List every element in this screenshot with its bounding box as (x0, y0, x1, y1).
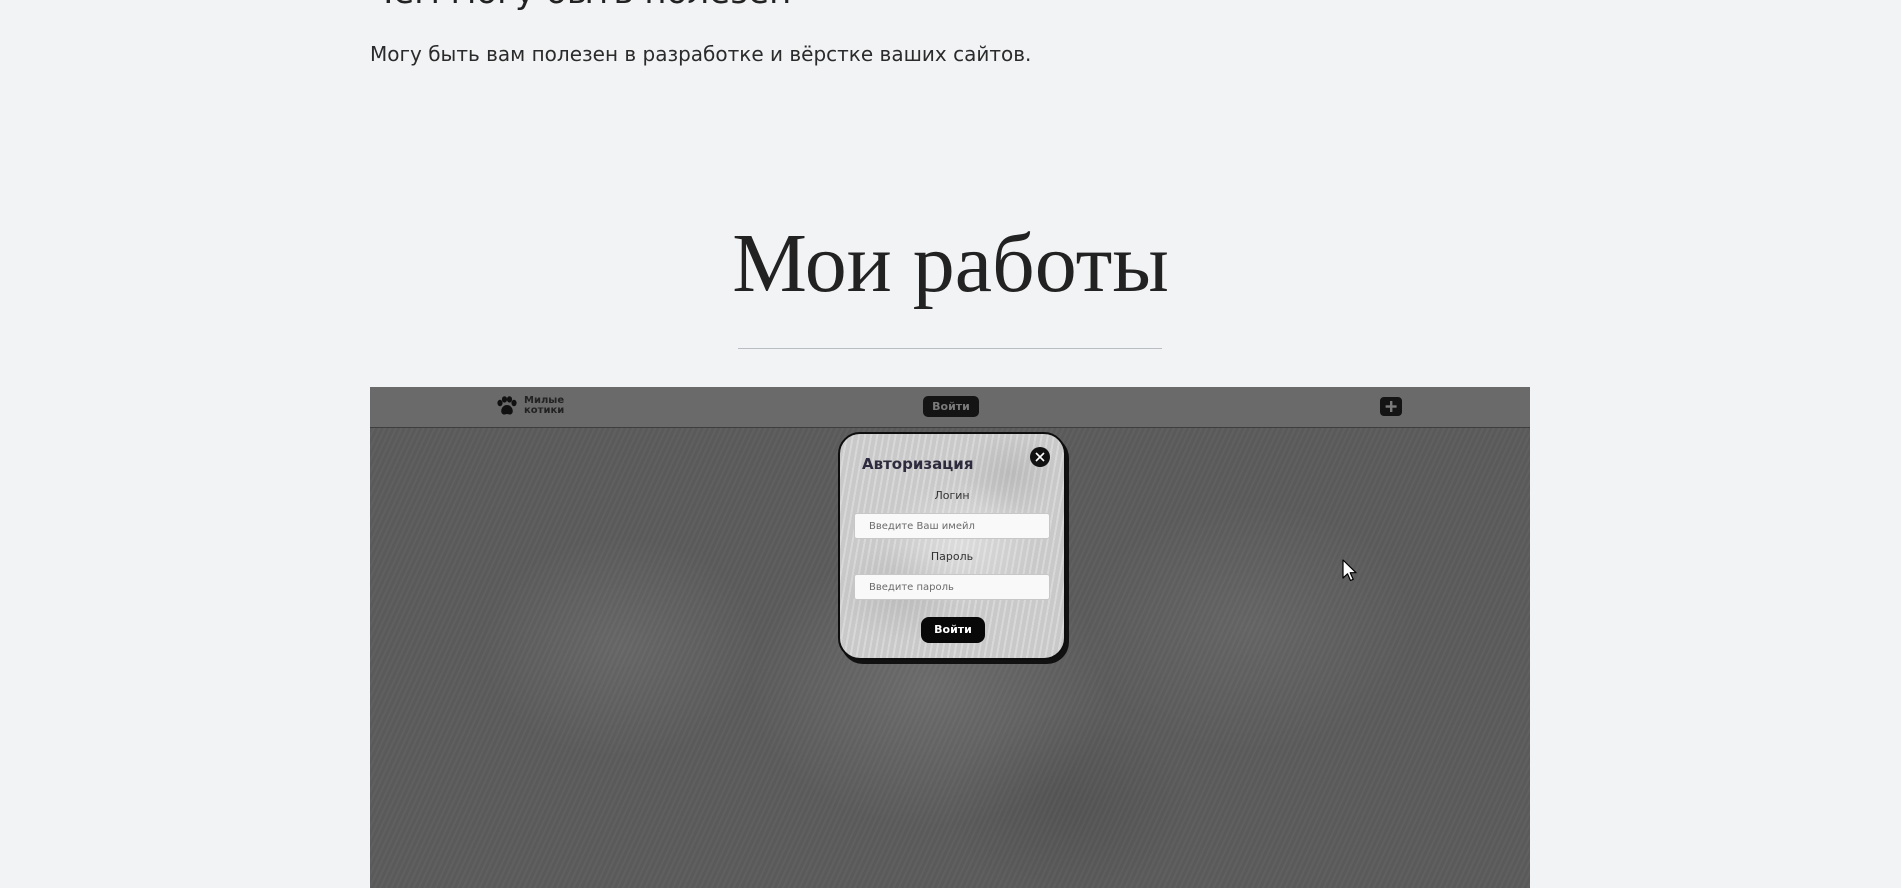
login-label: Логин (934, 489, 970, 502)
mouse-cursor-icon (1342, 559, 1358, 583)
plus-icon (1380, 397, 1402, 416)
work-preview[interactable]: Милые котики Войти Авторизация Логин Вве… (370, 387, 1530, 888)
title-divider (738, 348, 1162, 349)
password-label: Пароль (930, 550, 974, 563)
login-submit-button[interactable]: Войти (921, 617, 985, 643)
works-title: Мои работы (732, 217, 1169, 310)
add-button[interactable] (1380, 397, 1402, 416)
section-description: Могу быть вам полезен в разработке и вёр… (370, 42, 1032, 66)
email-input[interactable] (854, 513, 1050, 539)
preview-header: Милые котики Войти (370, 387, 1530, 428)
modal-close-button[interactable] (1030, 447, 1050, 467)
section-heading: Чем могу быть полезен (370, 0, 791, 12)
close-icon (1030, 447, 1050, 467)
logo-text: Милые котики (524, 395, 565, 416)
auth-modal: Авторизация Логин Пароль Войти (838, 432, 1066, 660)
logo[interactable]: Милые котики (496, 396, 574, 416)
paw-icon (496, 396, 518, 416)
header-login-button[interactable]: Войти (923, 396, 979, 417)
password-input[interactable] (854, 574, 1050, 600)
modal-title: Авторизация (862, 455, 974, 473)
